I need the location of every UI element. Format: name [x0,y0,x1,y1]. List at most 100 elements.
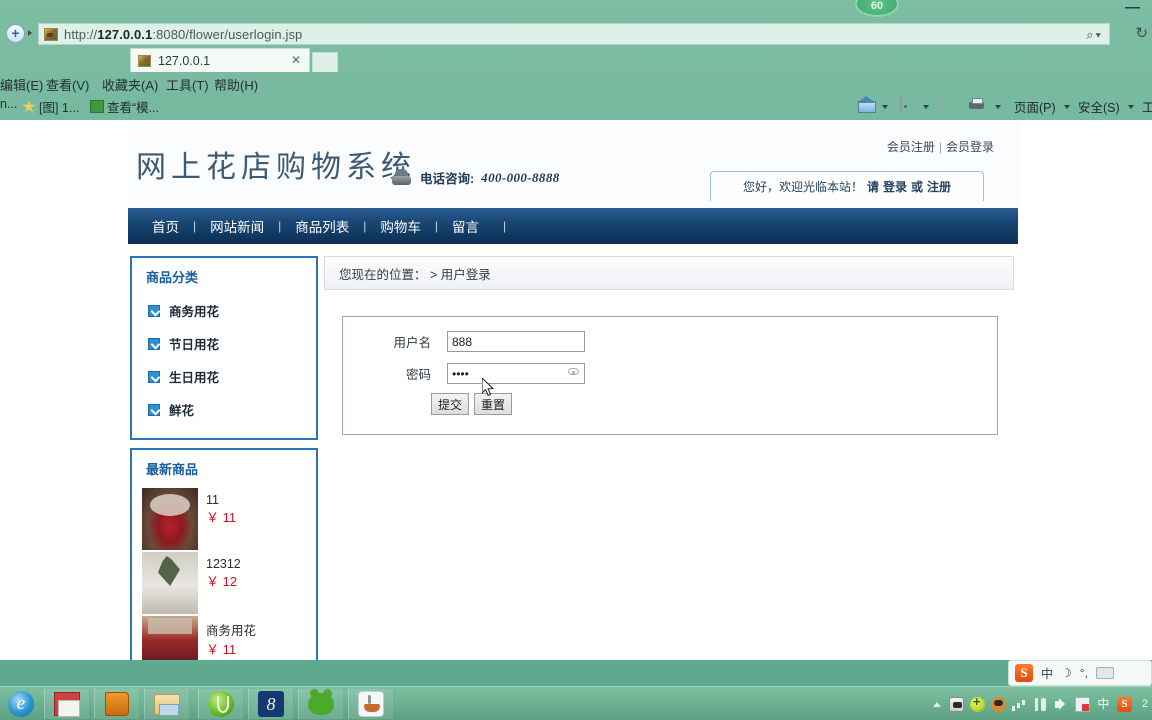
action-center-icon[interactable] [1074,696,1090,712]
excel-icon [90,100,104,113]
clock[interactable]: 2 [1142,698,1148,710]
arrow-bullet-icon [148,403,160,416]
password-label: 密码 [405,368,431,382]
update-icon[interactable] [969,694,985,712]
new-tab-button[interactable] [312,52,338,72]
qq-icon[interactable] [990,696,1006,712]
feed-icon[interactable] [900,96,902,112]
ime-keyboard-icon[interactable] [1095,667,1114,679]
ime-language-toggle[interactable]: 中 [1041,665,1053,682]
password-input[interactable] [447,363,585,384]
close-icon[interactable]: ✕ [291,53,301,67]
favorite-item-2[interactable]: [图] 1... [22,97,79,116]
product-name: 12312 [206,557,241,571]
taskbar-item-editor[interactable]: 8 [248,689,294,719]
reset-button[interactable]: 重置 [474,393,513,415]
ime-punctuation-toggle[interactable]: °, [1080,666,1088,680]
username-input[interactable] [447,331,585,352]
panda-antivirus-icon[interactable] [948,696,964,712]
taskbar-item-dictionary[interactable] [94,689,140,719]
mail-icon[interactable] [940,98,942,114]
home-chevron-down-icon[interactable] [882,105,888,109]
menu-tools[interactable]: 工具(T) [166,75,209,94]
taskbar-item-media-player[interactable] [198,689,244,719]
sogou-ime-icon[interactable]: S [1015,664,1033,682]
product-thumbnail [142,488,198,550]
search-icon[interactable]: ⌕ [1086,27,1095,42]
member-register-link[interactable]: 会员注册 [887,140,935,154]
show-hidden-icons-icon[interactable] [932,701,941,707]
nav-item-message[interactable]: 留言 [438,216,493,236]
product-name: 11 [206,493,219,507]
back-dropdown-caret-icon[interactable] [28,30,32,36]
sidebar-item-birthday-flowers[interactable]: 生日用花 [132,360,316,393]
favorite-item-1[interactable]: n... [0,97,17,111]
welcome-greeting: 您好，欢迎光临本站！ [742,180,863,194]
menu-view[interactable]: 查看(V) [46,75,89,94]
product-price: ￥ 11 [206,642,237,657]
list-item[interactable]: 11 ￥ 11 [132,484,316,550]
ime-moon-icon[interactable]: ☽ [1061,666,1072,680]
sidebar-item-festival-flowers[interactable]: 节日用花 [132,327,316,360]
nav-item-products[interactable]: 商品列表 [281,216,363,236]
tools-menu[interactable]: 工具(O) [1142,97,1152,116]
taskbar-item-file-manager[interactable] [144,689,190,719]
product-thumbnail [142,552,198,614]
product-name: 商务用花 [206,624,257,638]
feed-chevron-down-icon[interactable] [923,105,929,109]
refresh-icon[interactable]: ↻ [1135,24,1148,42]
site-logo: 网上花店购物系统 [136,151,416,184]
sidebar-item-business-flowers[interactable]: 商务用花 [132,294,316,327]
favorite-item-3[interactable]: 查看“模... [90,97,159,116]
taskbar-item-java-app[interactable] [348,689,394,719]
menu-favorites[interactable]: 收藏夹(A) [102,75,158,94]
member-login-link[interactable]: 会员登录 [946,140,994,154]
welcome-login-link[interactable]: 登录 [883,178,907,195]
list-item[interactable]: 商务用花 ￥ 11 [132,612,316,660]
nav-item-home[interactable]: 首页 [128,216,193,236]
nav-item-cart[interactable]: 购物车 [366,216,435,236]
minimize-button[interactable]: — [1125,0,1140,15]
security-menu[interactable]: 安全(S) [1078,97,1120,116]
address-bar-actions[interactable]: ⌕▾ [1086,27,1103,43]
input-language-icon[interactable]: 中 [1096,697,1111,712]
arrow-bullet-icon [148,370,160,383]
taskbar-item-green-app[interactable] [298,689,344,719]
browser-tab-active[interactable]: 127.0.0.1 ✕ [130,48,310,72]
submit-button[interactable]: 提交 [431,393,470,415]
page-menu[interactable]: 页面(P) [1014,97,1056,116]
print-chevron-down-icon[interactable] [995,105,1001,109]
welcome-please: 请 [866,180,879,194]
folder-icon [154,693,180,716]
welcome-box: 您好，欢迎光临本站！ 请 登录 或 注册 [710,171,984,201]
network-signal-icon[interactable] [1011,697,1027,712]
sidebar-item-fresh-flowers[interactable]: 鲜花 [132,393,316,426]
editor-icon: 8 [258,691,284,717]
tools-icon[interactable] [1033,697,1048,712]
site-navigation: 首页 | 网站新闻 | 商品列表 | 购物车 | 留言 | [128,208,1018,244]
category-label: 生日用花 [169,371,220,385]
nav-item-news[interactable]: 网站新闻 [196,216,278,236]
book-icon [105,692,129,716]
address-bar-url: http://127.0.0.1:8080/flower/userlogin.j… [64,26,303,42]
menu-help[interactable]: 帮助(H) [214,75,258,94]
tab-title: 127.0.0.1 [158,53,211,68]
address-bar[interactable]: http://127.0.0.1:8080/flower/userlogin.j… [38,23,1110,45]
back-button[interactable]: + [6,24,25,43]
reveal-password-icon[interactable] [568,368,579,375]
security-chevron-down-icon[interactable] [1128,105,1134,109]
product-price: ￥ 11 [206,510,237,525]
volume-icon[interactable] [1054,697,1069,712]
taskbar-item-internet-explorer[interactable]: e [0,687,42,720]
star-icon [22,100,36,113]
taskbar-item-notepad[interactable] [44,689,90,719]
list-item[interactable]: 12312 ￥ 12 [132,548,316,614]
page-viewport: 会员注册 | 会员登录 网上花店购物系统 电话咨询: 400-000-8888 您好… [0,120,1152,660]
menu-edit[interactable]: 编辑(E) [0,75,43,94]
page-chevron-down-icon[interactable] [1064,105,1070,109]
tab-strip: 127.0.0.1 ✕ [0,46,1152,72]
sogou-tray-icon[interactable]: S [1116,696,1132,712]
ime-toolbar[interactable]: S 中 ☽ °, [1008,660,1152,686]
welcome-register-link[interactable]: 注册 [927,178,951,195]
chevron-down-icon[interactable]: ▾ [1096,27,1103,42]
